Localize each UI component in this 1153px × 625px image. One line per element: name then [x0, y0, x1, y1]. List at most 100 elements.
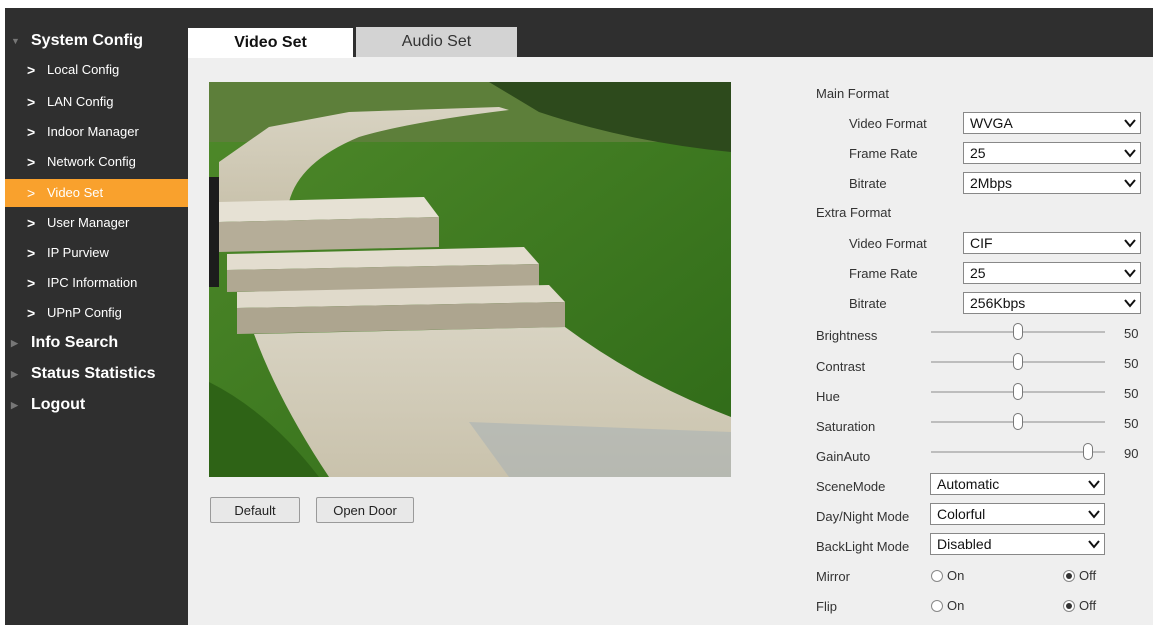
tab-audio-set[interactable]: Audio Set	[356, 27, 517, 57]
video-preview-image	[209, 82, 731, 477]
hue-value: 50	[1124, 386, 1139, 401]
main-video-format-select[interactable]: WVGA	[963, 112, 1141, 134]
chevron-right-icon: >	[27, 185, 36, 201]
chevron-down-icon	[1124, 149, 1136, 158]
scene-mode-select[interactable]: Automatic	[930, 473, 1105, 495]
caret-right-icon: ▶	[11, 400, 18, 410]
select-value: 25	[970, 265, 986, 281]
open-door-button[interactable]: Open Door	[316, 497, 414, 523]
select-value: 256Kbps	[970, 295, 1026, 311]
chevron-right-icon: >	[27, 124, 36, 140]
chevron-down-icon	[1124, 299, 1136, 308]
chevron-down-icon	[1124, 239, 1136, 248]
main-bitrate-select[interactable]: 2Mbps	[963, 172, 1141, 194]
sidebar-item-label: Network Config	[47, 154, 136, 169]
sidebar-item-label: Video Set	[47, 185, 104, 200]
extra-format-title: Extra Format	[816, 205, 892, 220]
select-value: WVGA	[970, 115, 1013, 131]
flip-on-label: On	[947, 598, 965, 613]
slider-thumb[interactable]	[1013, 413, 1023, 430]
brightness-value: 50	[1124, 326, 1139, 341]
saturation-slider[interactable]	[931, 412, 1105, 432]
sidebar-item-label: LAN Config	[47, 94, 114, 109]
mirror-off-radio[interactable]	[1063, 570, 1075, 582]
sidebar-item-user-manager[interactable]: > User Manager	[5, 209, 188, 237]
main-bitrate-label: Bitrate	[849, 176, 887, 191]
mirror-off-label: Off	[1079, 568, 1097, 583]
backlight-mode-select[interactable]: Disabled	[930, 533, 1105, 555]
sidebar-item-network-config[interactable]: > Network Config	[5, 148, 188, 176]
chevron-down-icon	[1124, 119, 1136, 128]
sidebar-section-label: Logout	[31, 396, 86, 413]
sidebar-item-label: User Manager	[47, 215, 130, 230]
sidebar-item-ip-purview[interactable]: > IP Purview	[5, 239, 188, 267]
sidebar-item-video-set[interactable]: > Video Set	[5, 179, 188, 207]
sidebar-item-local-config[interactable]: > Local Config	[5, 56, 188, 84]
main-format-title: Main Format	[816, 86, 889, 101]
chevron-right-icon: >	[27, 62, 36, 78]
flip-on-radio[interactable]	[931, 600, 943, 612]
video-preview	[209, 82, 731, 477]
brightness-label: Brightness	[816, 328, 878, 343]
flip-off-label: Off	[1079, 598, 1097, 613]
gain-auto-value: 90	[1124, 446, 1139, 461]
slider-thumb[interactable]	[1013, 323, 1023, 340]
gain-auto-label: GainAuto	[816, 449, 871, 464]
default-button[interactable]: Default	[210, 497, 300, 523]
extra-video-format-label: Video Format	[849, 236, 927, 251]
extra-bitrate-select[interactable]: 256Kbps	[963, 292, 1141, 314]
sidebar-section-label: Info Search	[31, 334, 119, 351]
slider-thumb[interactable]	[1083, 443, 1093, 460]
sidebar-section-label: Status Statistics	[31, 365, 156, 382]
mirror-on-radio[interactable]	[931, 570, 943, 582]
backlight-mode-label: BackLight Mode	[816, 539, 910, 554]
main-frame-rate-label: Frame Rate	[849, 146, 918, 161]
day-night-mode-label: Day/Night Mode	[816, 509, 910, 524]
main-video-format-label: Video Format	[849, 116, 927, 131]
contrast-slider[interactable]	[931, 352, 1105, 372]
chevron-down-icon	[1088, 540, 1100, 549]
flip-off-radio[interactable]	[1063, 600, 1075, 612]
tab-video-set[interactable]: Video Set	[188, 28, 353, 58]
sidebar-section-status-statistics[interactable]: ▶ Status Statistics	[5, 361, 188, 387]
sidebar-item-label: Indoor Manager	[47, 124, 139, 139]
saturation-label: Saturation	[816, 419, 876, 434]
sidebar-section-system-config[interactable]: ▼ System Config	[5, 28, 188, 54]
saturation-value: 50	[1124, 416, 1139, 431]
sidebar-section-logout[interactable]: ▶ Logout	[5, 392, 188, 418]
extra-frame-rate-select[interactable]: 25	[963, 262, 1141, 284]
sidebar: ▼ System Config > Local Config > LAN Con…	[5, 8, 188, 625]
sidebar-item-ipc-information[interactable]: > IPC Information	[5, 269, 188, 297]
extra-video-format-select[interactable]: CIF	[963, 232, 1141, 254]
gain-auto-slider[interactable]	[931, 442, 1105, 462]
select-value: Disabled	[937, 536, 992, 552]
chevron-right-icon: >	[27, 215, 36, 231]
caret-right-icon: ▶	[11, 369, 18, 379]
hue-label: Hue	[816, 389, 840, 404]
extra-frame-rate-label: Frame Rate	[849, 266, 918, 281]
sidebar-item-upnp-config[interactable]: > UPnP Config	[5, 299, 188, 327]
sidebar-item-label: IP Purview	[47, 245, 109, 260]
mirror-on-label: On	[947, 568, 965, 583]
brightness-slider[interactable]	[931, 322, 1105, 342]
sidebar-section-label: System Config	[31, 32, 144, 49]
select-value: Automatic	[937, 476, 1000, 492]
sidebar-item-lan-config[interactable]: > LAN Config	[5, 88, 188, 116]
hue-slider[interactable]	[931, 382, 1105, 402]
select-value: 25	[970, 145, 986, 161]
chevron-down-icon	[1088, 510, 1100, 519]
day-night-mode-select[interactable]: Colorful	[930, 503, 1105, 525]
chevron-right-icon: >	[27, 275, 36, 291]
sidebar-item-label: IPC Information	[47, 275, 138, 290]
sidebar-section-info-search[interactable]: ▶ Info Search	[5, 330, 188, 356]
chevron-down-icon	[1124, 269, 1136, 278]
select-value: 2Mbps	[970, 175, 1013, 191]
chevron-right-icon: >	[27, 305, 36, 321]
slider-thumb[interactable]	[1013, 383, 1023, 400]
sidebar-item-indoor-manager[interactable]: > Indoor Manager	[5, 118, 188, 146]
slider-track	[931, 451, 1105, 453]
caret-down-icon: ▼	[11, 36, 20, 46]
slider-thumb[interactable]	[1013, 353, 1023, 370]
mirror-label: Mirror	[816, 569, 850, 584]
main-frame-rate-select[interactable]: 25	[963, 142, 1141, 164]
